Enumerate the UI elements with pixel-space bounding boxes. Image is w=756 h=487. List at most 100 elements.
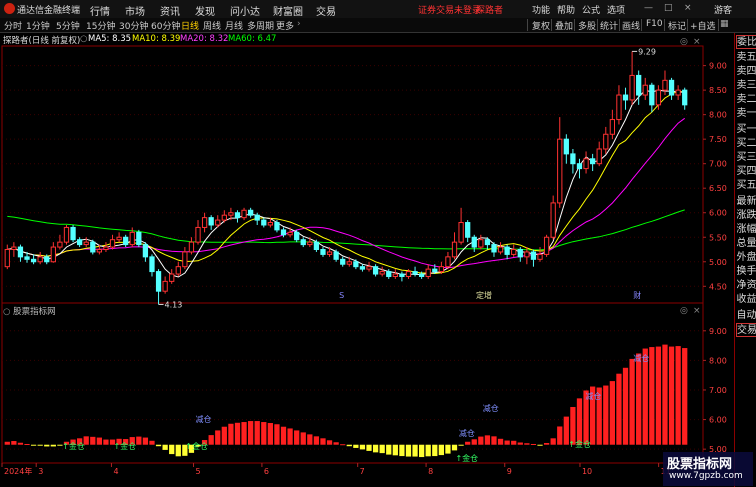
indicator-bar-positive [4,441,10,445]
period-monthly[interactable]: 月线 [225,19,243,32]
price-tick-label: 6.50 [709,184,727,193]
menu-wenxiaoda[interactable]: 问小达 [230,3,260,18]
period-fenshi[interactable]: 分时 [4,19,22,32]
indicator-bar-positive [478,436,484,445]
toolbar-divider [687,19,688,31]
indicator-bar-positive [550,438,556,445]
app-name: 通达信金融终端 [17,6,81,16]
period-30min[interactable]: 30分钟 [119,19,148,32]
candle-body [425,268,431,277]
menu-shichang[interactable]: 市场 [125,3,145,18]
period-multi[interactable]: 多周期 [247,19,274,32]
side-buy1: 买一 [736,124,756,135]
candle-body [294,231,300,241]
time-tick-label: 6 [264,467,269,476]
indicator-bar-negative [30,444,37,446]
side-weibi[interactable]: 委比 [736,35,756,49]
period-60min[interactable]: 60分钟 [151,19,180,32]
indicator-bar-positive [248,421,254,445]
window-max-icon[interactable]: □ [664,3,673,13]
candle-body [530,251,537,260]
indicator-toggle-icon[interactable]: ○ [3,307,13,317]
indicator-bar-negative [346,444,352,447]
toolbar-divider [527,19,528,31]
indicator-tick-label: 6.00 [709,416,727,425]
menu-xuanxiang[interactable]: 选项 [607,3,625,16]
more-chevron-icon[interactable]: › [297,19,301,29]
f10-button[interactable]: F10 [646,19,663,31]
candle-body [649,84,655,106]
toolbar-divider [641,19,642,31]
period-1min[interactable]: 1分钟 [26,19,50,32]
price-tick-label: 9.00 [709,62,727,71]
price-tick-label: 7.50 [709,135,727,144]
menu-gongshi[interactable]: 公式 [582,3,600,16]
side-sell2: 卖二 [736,94,756,105]
menu-caifuquan[interactable]: 财富圈 [273,3,303,18]
candle-body [254,214,260,221]
event-marker: 财 [633,290,641,300]
auto-trade-button-label2[interactable]: 交易 [736,323,756,337]
multi-stock-button[interactable]: 多股 [578,19,596,32]
side-sell3: 卖三 [736,80,756,91]
candle-body [57,241,63,248]
period-daily[interactable]: 日线 [181,19,199,32]
candle-body [353,261,359,268]
fuquan-button[interactable]: 复权 [532,19,550,32]
candle-body [603,133,609,150]
menu-bangzhu[interactable]: 帮助 [557,3,575,16]
price-tick-label: 7.00 [709,160,727,169]
period-5min[interactable]: 5分钟 [56,19,80,32]
candle-body [17,246,24,258]
indicator-close-icon[interactable]: × [693,306,701,316]
menu-gongneng[interactable]: 功能 [532,3,550,16]
toolbar-divider [597,19,598,31]
stats-button[interactable]: 统计 [600,19,618,32]
mark-button[interactable]: 标记 [668,19,686,32]
window-close-icon[interactable]: × [684,3,692,13]
candle-body [11,246,17,251]
auto-trade-button-label1[interactable]: 自动 [736,309,756,323]
period-15min[interactable]: 15分钟 [86,19,115,32]
indicator-bar-negative [392,444,398,456]
side-volume: 总量 [736,238,756,249]
candle-body [201,217,208,228]
period-more[interactable]: 更多 [276,19,294,32]
indicator-bar-positive [136,436,142,445]
menu-zixun[interactable]: 资讯 [160,3,180,18]
menu-faxian[interactable]: 发现 [195,3,215,18]
indicator-settings-icon[interactable]: ◎ [680,306,688,316]
price-tick-label: 6.00 [709,209,727,218]
draw-line-button[interactable]: 画线 [622,19,640,32]
trade-login-notice[interactable]: 证券交易未登录 [418,3,481,16]
indicator-bar-positive [90,436,96,445]
add-favorite-button[interactable]: +自选 [690,19,716,32]
candle-body [557,138,563,204]
indicator-bar-positive [228,423,234,445]
indicator-bar-negative [412,444,418,457]
panel-layout-icon[interactable]: ▦ [720,19,729,31]
watermark-url: www.7gpzb.com [669,471,743,481]
candle-body [307,241,313,246]
candle-body [445,256,451,268]
menu-hangqing[interactable]: 行情 [90,3,110,18]
indicator-bar-negative [432,444,438,457]
candle-body [642,84,648,96]
candle-body [537,253,543,260]
overlay-button[interactable]: 叠加 [555,19,573,32]
guest-user[interactable]: 游客 [714,3,732,16]
candle-body [280,229,287,236]
candle-body [155,271,162,292]
menu-jiaoyi[interactable]: 交易 [316,3,336,18]
buy-signal-label: ↑金仓 [455,453,478,463]
candle-body [123,236,129,246]
period-weekly[interactable]: 周线 [203,19,221,32]
side-buy3: 买三 [736,152,756,163]
watermark-title: 股票指标网 [667,457,733,472]
indicator-toggle-icon[interactable]: ○ [80,34,87,44]
stock-name-link[interactable]: 探路者 [476,3,503,16]
candle-body [241,209,247,219]
side-outer-volume: 外盘 [736,252,756,263]
indicator-bar-positive [662,344,668,445]
window-min-icon[interactable]: — [644,3,653,13]
